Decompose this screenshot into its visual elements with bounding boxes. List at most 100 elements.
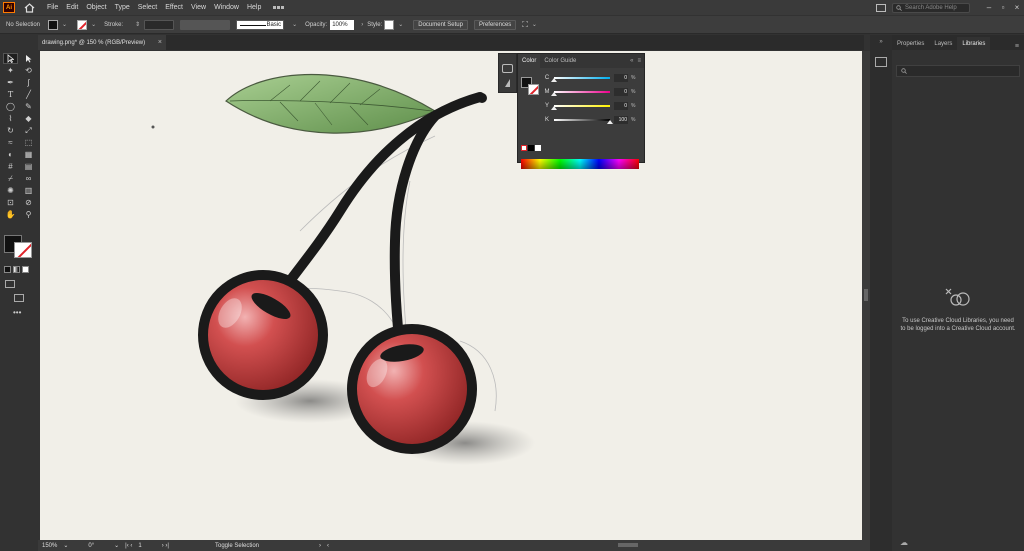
color-guide-icon[interactable] <box>505 79 510 87</box>
chevron-right-icon[interactable]: › <box>361 22 363 28</box>
slider-cyan[interactable]: C 0 % <box>540 72 642 84</box>
properties-panel-icon[interactable] <box>875 57 887 67</box>
none-mode-icon[interactable] <box>22 266 29 273</box>
none-swatch-icon[interactable] <box>521 145 527 151</box>
tab-color[interactable]: Color <box>518 54 541 68</box>
artboard-tool-icon[interactable]: ⊡ <box>3 197 18 208</box>
type-tool-icon[interactable]: T <box>3 89 18 100</box>
screen-mode-icon[interactable] <box>14 294 24 302</box>
status-tool-label[interactable]: Toggle Selection <box>215 543 259 549</box>
search-field[interactable]: Search Adobe Help <box>892 2 970 13</box>
mesh-tool-icon[interactable]: # <box>3 161 18 172</box>
tab-color-guide[interactable]: Color Guide <box>540 54 580 68</box>
collapse-icon[interactable]: « <box>630 58 633 64</box>
gradient-mode-icon[interactable] <box>13 266 20 273</box>
warp-tool-icon[interactable]: ≈ <box>3 137 18 148</box>
slice-tool-icon[interactable]: ⊘ <box>21 197 36 208</box>
gradient-tool-icon[interactable]: ▤ <box>21 161 36 172</box>
style-swatch[interactable] <box>384 19 395 30</box>
symbol-sprayer-tool-icon[interactable]: ✺ <box>3 185 18 196</box>
direct-selection-tool-icon[interactable] <box>21 53 36 64</box>
slider-black[interactable]: K 100 % <box>540 114 642 126</box>
chevron-down-icon[interactable]: ⌄ <box>114 542 119 549</box>
close-window-icon[interactable]: × <box>1010 3 1024 12</box>
opacity-input[interactable]: 100% <box>330 19 355 30</box>
cloud-sync-icon[interactable]: ☁ <box>900 538 908 547</box>
curvature-tool-icon[interactable]: ∫ <box>21 77 36 88</box>
eyedropper-tool-icon[interactable]: ⌿ <box>3 173 18 184</box>
menu-window[interactable]: Window <box>214 4 239 11</box>
tab-properties[interactable]: Properties <box>892 37 929 50</box>
slider-knob[interactable] <box>607 120 613 124</box>
chevron-down-icon[interactable]: ⌄ <box>532 21 537 28</box>
slider-value[interactable]: 0 <box>614 102 628 110</box>
minimize-icon[interactable]: – <box>982 3 996 12</box>
menu-effect[interactable]: Effect <box>165 4 183 11</box>
eraser-tool-icon[interactable]: ◆ <box>21 113 36 124</box>
artboard-nav-icon[interactable]: |‹ ‹ <box>125 543 132 549</box>
chevron-down-icon[interactable]: ⌄ <box>63 542 68 549</box>
slider-yellow[interactable]: Y 0 % <box>540 100 642 112</box>
black-swatch[interactable] <box>528 145 534 151</box>
line-tool-icon[interactable]: ╱ <box>21 89 36 100</box>
chevron-down-icon[interactable]: ⌄ <box>62 21 67 28</box>
menu-view[interactable]: View <box>191 4 206 11</box>
artboard-number[interactable]: 1 <box>138 543 141 549</box>
library-search-field[interactable] <box>896 65 1020 77</box>
stepper-icon[interactable]: ⇕ <box>135 21 140 28</box>
preferences-button[interactable]: Preferences <box>473 19 517 30</box>
draw-mode-icon[interactable] <box>5 280 15 288</box>
rotation-value[interactable]: 0° <box>88 543 94 549</box>
slider-knob[interactable] <box>551 78 557 82</box>
zoom-level[interactable]: 150% <box>42 543 57 549</box>
document-setup-button[interactable]: Document Setup <box>413 19 468 30</box>
document-tab[interactable]: drawing.png* @ 150 % (RGB/Preview) × <box>38 35 166 50</box>
slider-value[interactable]: 0 <box>614 74 628 82</box>
fill-stroke-control[interactable] <box>4 235 34 259</box>
collapse-dock-icon[interactable]: » <box>875 37 887 47</box>
menu-edit[interactable]: Edit <box>66 4 78 11</box>
scroll-thumb[interactable] <box>864 289 868 301</box>
home-icon[interactable] <box>23 2 35 14</box>
column-graph-tool-icon[interactable]: ▥ <box>21 185 36 196</box>
close-tab-icon[interactable]: × <box>158 39 162 46</box>
lasso-tool-icon[interactable]: ⟲ <box>21 65 36 76</box>
white-swatch[interactable] <box>535 145 541 151</box>
color-panel-icon[interactable] <box>502 64 513 73</box>
magic-wand-tool-icon[interactable]: ✦ <box>3 65 18 76</box>
slider-value[interactable]: 0 <box>614 88 628 96</box>
vertical-scrollbar[interactable] <box>862 51 870 540</box>
fill-swatch[interactable] <box>48 19 59 30</box>
menu-type[interactable]: Type <box>115 4 130 11</box>
tab-libraries[interactable]: Libraries <box>957 37 991 50</box>
free-transform-tool-icon[interactable]: ⬚ <box>21 137 36 148</box>
chevron-down-icon[interactable]: ⌄ <box>91 21 96 28</box>
more-tools-icon[interactable]: ••• <box>13 308 21 317</box>
stroke-swatch[interactable] <box>77 19 88 30</box>
perspective-grid-tool-icon[interactable]: ▦ <box>21 149 36 160</box>
stroke-swatch-large[interactable] <box>14 242 32 258</box>
panel-menu-icon[interactable]: ≡ <box>1015 43 1019 50</box>
chevron-down-icon[interactable]: ⌄ <box>398 21 403 28</box>
workspace-switcher-icon[interactable] <box>273 3 287 12</box>
variable-width-field[interactable] <box>180 19 231 30</box>
menu-file[interactable]: File <box>47 4 58 11</box>
paintbrush-tool-icon[interactable]: ✎ <box>21 101 36 112</box>
slider-knob[interactable] <box>551 106 557 110</box>
shaper-tool-icon[interactable]: ⌇ <box>3 113 18 124</box>
slider-knob[interactable] <box>551 92 557 96</box>
maximize-icon[interactable]: ▫ <box>996 3 1010 12</box>
brush-definition[interactable]: Basic <box>236 19 285 30</box>
ellipse-tool-icon[interactable]: ◯ <box>3 101 18 112</box>
color-mode-icon[interactable] <box>4 266 11 273</box>
panel-toggle-icon[interactable] <box>876 3 886 12</box>
arrange-icon[interactable]: ⛶ <box>522 20 528 30</box>
stroke-weight-field[interactable] <box>144 19 175 30</box>
pen-tool-icon[interactable]: ✒ <box>3 77 18 88</box>
rotate-tool-icon[interactable]: ↻ <box>3 125 18 136</box>
shape-builder-tool-icon[interactable]: ◐ <box>3 149 18 160</box>
tab-layers[interactable]: Layers <box>929 37 957 50</box>
hand-tool-icon[interactable]: ✋ <box>3 209 18 220</box>
slider-magenta[interactable]: M 0 % <box>540 86 642 98</box>
scale-tool-icon[interactable]: ⤢ <box>21 125 36 136</box>
